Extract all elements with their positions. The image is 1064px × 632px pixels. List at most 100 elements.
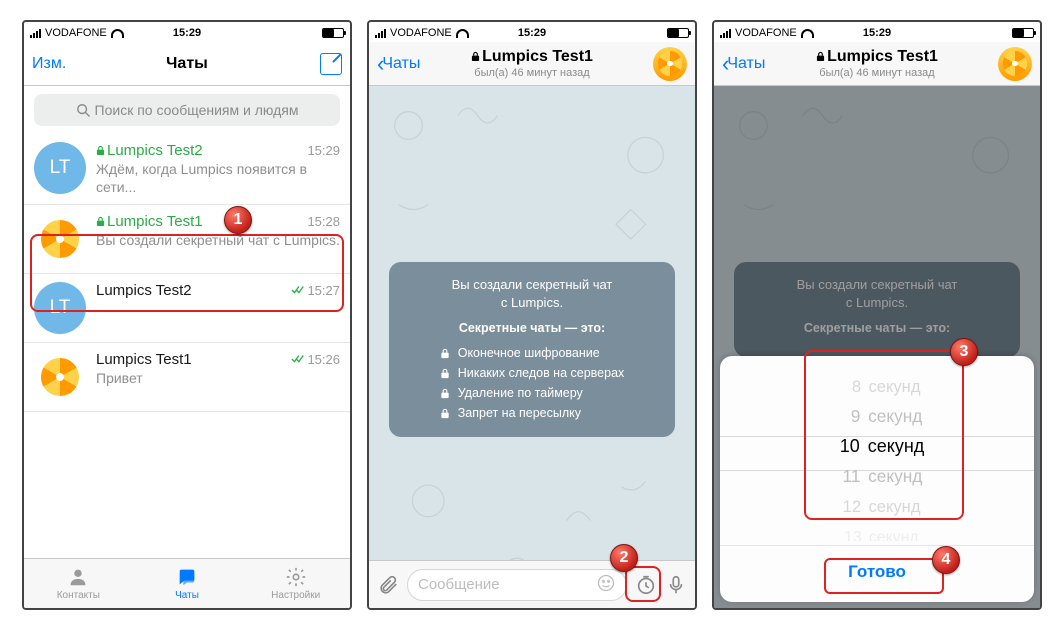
lock-icon xyxy=(96,145,105,156)
sticker-icon[interactable] xyxy=(596,573,616,597)
mic-icon[interactable] xyxy=(665,574,687,596)
chat-name: Lumpics Test2 xyxy=(96,142,203,159)
message-input[interactable]: Сообщение xyxy=(407,569,627,601)
screen-secret-chat: VODAFONE 15:29 ‹Чаты Lumpics Test1 был(а… xyxy=(367,20,697,610)
read-checks-icon xyxy=(291,285,305,295)
avatar[interactable] xyxy=(653,47,687,81)
step-badge-3: 3 xyxy=(950,338,978,366)
timer-icon[interactable] xyxy=(635,574,657,596)
search-icon xyxy=(76,103,90,117)
chat-row[interactable]: LTLumpics Test215:27 xyxy=(24,274,350,343)
lock-icon xyxy=(440,408,450,419)
done-button[interactable]: Готово xyxy=(828,556,926,588)
lock-icon xyxy=(440,388,450,399)
chat-header: ‹Чаты Lumpics Test1 был(а) 46 минут наза… xyxy=(369,42,695,86)
picker-number: 10 xyxy=(830,436,860,457)
battery-icon xyxy=(1012,28,1034,38)
lock-icon xyxy=(471,51,480,62)
back-label: Чаты xyxy=(727,55,765,73)
picker-number: 7 xyxy=(835,366,861,367)
search-input[interactable]: Поиск по сообщениям и людям xyxy=(34,94,340,126)
picker-sheet: 7секунд8секунд9секунд10секунд11секунд12с… xyxy=(720,356,1034,602)
status-bar: VODAFONE 15:29 xyxy=(714,22,1040,42)
chat-row[interactable]: LT Lumpics Test2 15:29 Ждём, когда Lumpics … xyxy=(24,134,350,205)
picker-row[interactable]: 11 секунд xyxy=(726,467,1027,501)
avatar[interactable] xyxy=(998,47,1032,81)
tab-label: Настройки xyxy=(271,590,320,601)
picker-number: 8 xyxy=(834,377,862,396)
avatar-initials: LT xyxy=(34,142,86,194)
battery-icon xyxy=(667,28,689,38)
picker-unit: секунд xyxy=(869,528,919,541)
screen-timer-picker: VODAFONE 15:29 ‹Чаты Lumpics Test1 был(а… xyxy=(712,20,1042,610)
chat-time: 15:27 xyxy=(291,283,340,298)
back-button[interactable]: ‹Чаты xyxy=(722,53,765,75)
tab-label: Контакты xyxy=(57,590,100,601)
edit-button[interactable]: Изм. xyxy=(32,55,66,73)
message-placeholder: Сообщение xyxy=(418,576,500,593)
notice-bullet: Никаких следов на серверах xyxy=(440,363,625,383)
chat-body: Вы создали секретный чатс Lumpics. Секре… xyxy=(369,86,695,608)
step-badge-2: 2 xyxy=(610,544,638,572)
step-badge-4: 4 xyxy=(932,546,960,574)
avatar xyxy=(34,213,86,265)
row-body: Lumpics Test215:27 xyxy=(96,282,340,334)
clock: 15:29 xyxy=(714,27,1040,39)
picker-row[interactable]: 12секунд xyxy=(733,497,1022,529)
compose-icon xyxy=(320,53,342,75)
tab-contacts[interactable]: Контакты xyxy=(24,559,133,608)
picker-unit: секунд xyxy=(868,407,922,427)
chat-name: Lumpics Test1 xyxy=(96,213,203,230)
tab-label: Чаты xyxy=(175,590,199,601)
screen-chat-list: VODAFONE 15:29 Изм. Чаты Поиск по сообще… xyxy=(22,20,352,610)
page-title: Чаты xyxy=(24,55,350,73)
compose-button[interactable] xyxy=(320,53,342,75)
picker-row[interactable]: 8 секунд xyxy=(733,377,1022,409)
row-body: Lumpics Test2 15:29 Ждём, когда Lumpics по… xyxy=(96,142,340,196)
back-button[interactable]: ‹Чаты xyxy=(377,53,420,75)
clock: 15:29 xyxy=(369,27,695,39)
picker-number: 9 xyxy=(832,407,861,427)
lock-icon xyxy=(440,348,450,359)
lock-icon xyxy=(440,368,450,379)
chat-header: ‹Чаты Lumpics Test1 был(а) 46 минут наза… xyxy=(714,42,1040,86)
picker-number: 12 xyxy=(834,497,862,516)
tab-chats[interactable]: Чаты xyxy=(133,559,242,608)
search-placeholder: Поиск по сообщениям и людям xyxy=(95,102,299,118)
attach-icon[interactable] xyxy=(377,574,399,596)
time-picker[interactable]: 7секунд8секунд9секунд10секунд11секунд12с… xyxy=(720,366,1034,541)
picker-row[interactable]: 13 секунд xyxy=(739,528,1015,541)
picker-number: 13 xyxy=(835,528,861,541)
chat-preview: Ждём, когда Lumpics появится в сети... xyxy=(96,161,340,196)
step-badge-1: 1 xyxy=(224,206,252,234)
picker-number: 11 xyxy=(832,467,861,487)
notice-bullet: Запрет на пересылку xyxy=(440,403,625,423)
chat-time: 15:29 xyxy=(307,143,340,158)
chat-body: Вы создали секретный чатс Lumpics. Секре… xyxy=(714,86,1040,608)
notice-heading: Вы создали секретный чатс Lumpics. xyxy=(405,276,659,311)
status-bar: VODAFONE 15:29 xyxy=(24,22,350,42)
picker-unit: секунд xyxy=(868,436,925,457)
message-input-bar: Сообщение xyxy=(369,560,695,608)
back-label: Чаты xyxy=(382,55,420,73)
picker-unit: секунд xyxy=(868,467,922,487)
picker-unit: секунд xyxy=(869,366,919,367)
chat-time: 15:28 xyxy=(307,214,340,229)
clock: 15:29 xyxy=(24,27,350,39)
lock-icon xyxy=(816,51,825,62)
tab-settings[interactable]: Настройки xyxy=(241,559,350,608)
chat-preview: Привет xyxy=(96,370,340,388)
lock-icon xyxy=(96,216,105,227)
chats-icon xyxy=(175,566,199,588)
picker-unit: секунд xyxy=(868,377,920,396)
read-checks-icon xyxy=(291,354,305,364)
chat-row[interactable]: Lumpics Test115:26Привет xyxy=(24,343,350,412)
chat-row[interactable]: Lumpics Test1 15:28 Вы создали секретный … xyxy=(24,205,350,274)
chat-preview: Вы создали секретный чат с Lumpics. xyxy=(96,232,340,250)
tab-bar: Контакты Чаты Настройки xyxy=(24,558,350,608)
chat-name: Lumpics Test1 xyxy=(96,351,192,368)
secret-chat-notice: Вы создали секретный чатс Lumpics. Секре… xyxy=(389,262,675,437)
contact-icon xyxy=(66,566,90,588)
avatar-initials: LT xyxy=(34,282,86,334)
status-bar: VODAFONE 15:29 xyxy=(369,22,695,42)
